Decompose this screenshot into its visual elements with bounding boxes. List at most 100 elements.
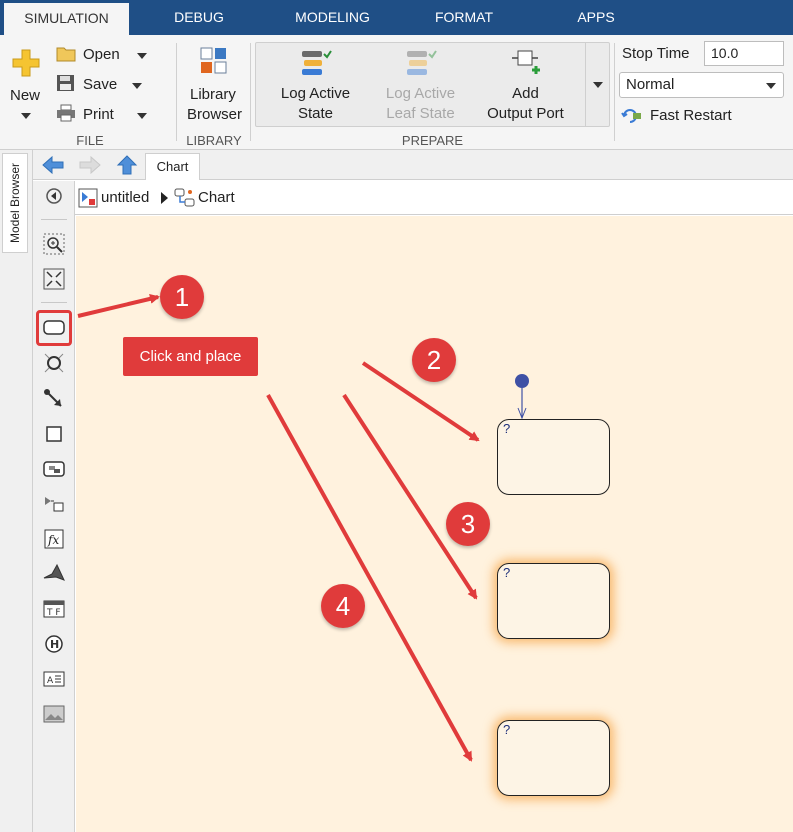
stop-time-label: Stop Time — [622, 45, 690, 62]
default-transition-icon — [44, 389, 62, 407]
state-block[interactable]: ? — [497, 720, 610, 796]
simulink-function-tool[interactable] — [41, 491, 67, 517]
library-label-line2: Browser — [187, 106, 243, 123]
log-active-leaf-state-button[interactable]: Log Active Leaf State — [373, 48, 468, 124]
ribbon: New Open Save Print FILE Library Browser… — [0, 35, 793, 150]
forward-arrow-icon[interactable] — [78, 155, 102, 175]
subchart-icon — [43, 461, 65, 477]
chevron-down-icon[interactable] — [21, 113, 31, 119]
stop-time-input[interactable]: 10.0 — [704, 41, 784, 66]
svg-text:A: A — [47, 676, 54, 686]
print-label: Print — [83, 106, 114, 123]
up-arrow-icon[interactable] — [116, 154, 138, 176]
truth-table-tool[interactable]: T F — [41, 596, 67, 622]
tab-format[interactable]: FORMAT — [420, 0, 508, 35]
annotation-icon: A — [43, 671, 65, 687]
chevron-down-icon[interactable] — [137, 113, 147, 119]
ribbon-divider — [176, 43, 177, 141]
fx-function-icon: fx — [44, 529, 64, 549]
junction-icon — [44, 353, 64, 373]
ribbon-divider — [614, 43, 615, 141]
simulation-mode-select[interactable]: Normal — [619, 72, 784, 98]
tab-debug[interactable]: DEBUG — [150, 0, 248, 35]
model-browser-strip: Model Browser — [0, 150, 33, 832]
state-block[interactable]: ? — [497, 563, 610, 639]
matlab-logo-icon — [43, 563, 65, 581]
state-label-placeholder: ? — [503, 421, 511, 436]
print-button[interactable]: Print — [55, 103, 155, 127]
truth-table-icon: T F — [43, 600, 65, 618]
simulink-block-icon — [45, 497, 64, 512]
chevron-down-icon[interactable] — [137, 53, 147, 59]
breadcrumb-root[interactable]: untitled — [101, 189, 149, 206]
click-and-place-callout: Click and place — [123, 337, 258, 376]
state-tool-highlight — [36, 310, 72, 346]
step-badge-4: 4 — [321, 584, 365, 628]
tab-chart[interactable]: Chart — [145, 153, 200, 180]
floppy-icon — [57, 75, 74, 91]
simulation-mode-value: Normal — [626, 76, 675, 93]
folder-icon — [56, 47, 76, 62]
new-label: New — [10, 87, 41, 104]
matlab-function-tool[interactable]: fx — [41, 526, 67, 552]
tab-simulation[interactable]: SIMULATION — [4, 3, 129, 35]
breadcrumb-child[interactable]: Chart — [198, 189, 235, 206]
annotation-tool[interactable]: A — [41, 666, 67, 692]
add-output-line1: Add — [512, 85, 539, 102]
add-output-port-button[interactable]: Add Output Port — [478, 48, 573, 124]
new-button[interactable]: New — [5, 45, 45, 125]
tab-apps[interactable]: APPS — [560, 0, 632, 35]
palette-divider — [41, 219, 67, 220]
save-button[interactable]: Save — [55, 73, 155, 97]
open-button[interactable]: Open — [55, 43, 155, 67]
matlab-tool[interactable] — [41, 561, 67, 587]
tab-modeling[interactable]: MODELING — [280, 0, 385, 35]
printer-icon — [57, 104, 75, 122]
library-browser-button[interactable]: Library Browser — [182, 43, 246, 128]
junction-tool[interactable] — [41, 350, 67, 376]
breadcrumb-separator-icon — [161, 192, 168, 204]
default-transition-tool[interactable] — [41, 386, 67, 412]
log-leaf-signal-icon — [406, 50, 437, 75]
library-group-label: LIBRARY — [186, 133, 242, 148]
model-browser-label: Model Browser — [8, 162, 22, 244]
stateflow-chart-icon — [174, 188, 195, 207]
fast-restart-icon — [621, 109, 641, 123]
history-junction-tool[interactable]: H — [41, 631, 67, 657]
svg-text:T F: T F — [46, 608, 61, 618]
log-active-leaf-line2: Leaf State — [386, 105, 455, 122]
library-label-line1: Library — [190, 86, 236, 103]
image-icon — [43, 705, 65, 723]
file-group-label: FILE — [76, 133, 104, 148]
log-active-state-button[interactable]: Log Active State — [268, 48, 363, 124]
chevron-down-icon — [766, 83, 776, 89]
zoom-in-tool[interactable] — [41, 231, 67, 257]
state-label-placeholder: ? — [503, 722, 511, 737]
fit-view-icon — [43, 268, 65, 290]
state-block[interactable]: ? — [497, 419, 610, 495]
toolstrip-tab-bar: SIMULATION DEBUG MODELING FORMAT APPS — [0, 0, 793, 35]
save-label: Save — [83, 76, 118, 93]
svg-text:H: H — [50, 638, 59, 651]
hide-palette-button[interactable] — [41, 183, 67, 209]
model-browser-tab[interactable]: Model Browser — [2, 153, 28, 253]
ribbon-divider — [250, 43, 251, 141]
fit-to-view-tool[interactable] — [41, 266, 67, 292]
box-icon — [46, 426, 62, 442]
add-output-line2: Output Port — [487, 105, 564, 122]
step-badge-2: 2 — [412, 338, 456, 382]
box-tool[interactable] — [41, 421, 67, 447]
fast-restart-button[interactable]: Fast Restart — [620, 105, 780, 127]
open-label: Open — [83, 46, 120, 63]
prepare-expand-button[interactable] — [585, 42, 610, 127]
fast-restart-label: Fast Restart — [650, 107, 732, 124]
log-active-leaf-line1: Log Active — [385, 85, 456, 102]
chevron-down-icon[interactable] — [132, 83, 142, 89]
image-tool[interactable] — [41, 701, 67, 727]
back-arrow-icon[interactable] — [41, 155, 65, 175]
state-label-placeholder: ? — [503, 565, 511, 580]
svg-text:fx: fx — [47, 533, 59, 547]
subchart-tool[interactable] — [41, 456, 67, 482]
step-badge-1: 1 — [160, 275, 204, 319]
collapse-arrow-icon — [46, 188, 62, 204]
